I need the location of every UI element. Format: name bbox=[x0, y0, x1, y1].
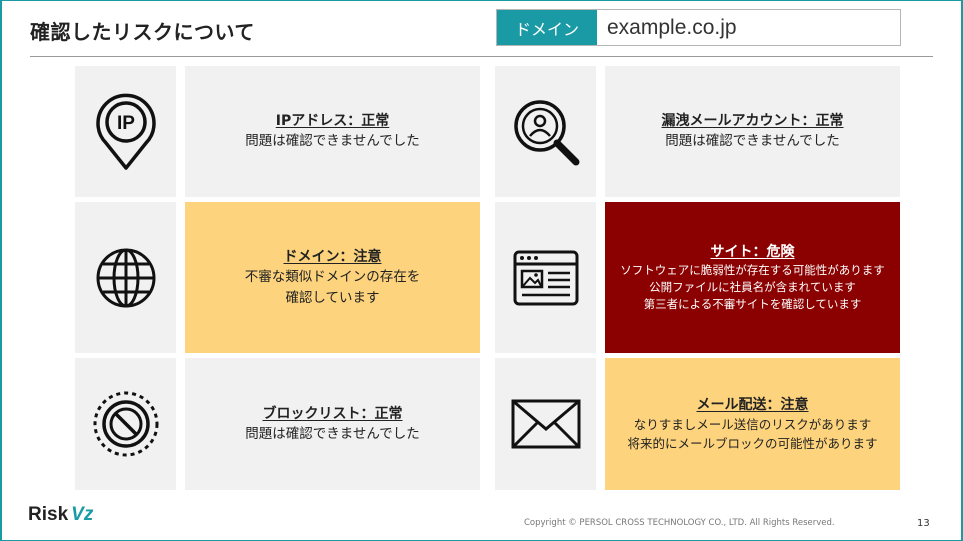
domain-display: ドメイン example.co.jp bbox=[496, 9, 901, 46]
globe-icon bbox=[96, 248, 155, 307]
ip-status-desc: 問題は確認できませんでした bbox=[245, 133, 420, 149]
blocklist-status-cell: ブロックリスト：正常 問題は確認できませんでした bbox=[185, 358, 480, 490]
site-status-desc-1: ソフトウェアに脆弱性が存在する可能性があります bbox=[620, 263, 885, 277]
mail-status-cell: メール配送：注意 なりすましメール送信のリスクがあります 将来的にメールブロック… bbox=[605, 358, 900, 490]
mail-icon-cell bbox=[495, 358, 596, 490]
svg-text:IP: IP bbox=[117, 113, 135, 134]
domain-status-title: ドメイン：注意 bbox=[283, 248, 382, 265]
leak-status-desc: 問題は確認できませんでした bbox=[665, 133, 840, 149]
page-title: 確認したリスクについて bbox=[30, 20, 255, 44]
ip-pin-icon: IP bbox=[95, 93, 156, 170]
envelope-icon bbox=[511, 399, 580, 449]
leak-status-title: 漏洩メールアカウント：正常 bbox=[661, 113, 844, 129]
blocklist-icon-cell bbox=[75, 358, 176, 490]
blocklist-status-desc: 問題は確認できませんでした bbox=[245, 425, 420, 442]
ip-status-title: IPアドレス：正常 bbox=[275, 113, 390, 129]
domain-status-desc-1: 不審な類似ドメインの存在を bbox=[244, 268, 421, 285]
page-number: 13 bbox=[917, 518, 930, 529]
logo-main-text: Risk bbox=[28, 504, 69, 525]
frame-left-border bbox=[0, 0, 2, 541]
domain-status-desc-2: 確認しています bbox=[285, 289, 380, 306]
ip-icon-cell: IP bbox=[75, 66, 176, 197]
mail-status-desc-1: なりすましメール送信のリスクがあります bbox=[633, 417, 872, 432]
blocklist-status-title: ブロックリスト：正常 bbox=[262, 405, 403, 422]
ip-status-cell: IPアドレス：正常 問題は確認できませんでした bbox=[185, 66, 480, 197]
mail-status-desc-2: 将来的にメールブロックの可能性があります bbox=[627, 436, 878, 451]
site-icon-cell bbox=[495, 202, 596, 353]
domain-status-cell: ドメイン：注意 不審な類似ドメインの存在を 確認しています bbox=[185, 202, 480, 353]
site-status-desc-3: 第三者による不審サイトを確認しています bbox=[643, 297, 862, 311]
site-status-desc-2: 公開ファイルに社員名が含まれています bbox=[649, 280, 856, 294]
browser-window-icon bbox=[513, 250, 578, 305]
leak-icon-cell bbox=[495, 66, 596, 197]
blocked-circle-icon bbox=[93, 391, 158, 457]
logo-sub-text: Vz bbox=[71, 504, 94, 525]
site-status-cell: サイト：危険 ソフトウェアに脆弱性が存在する可能性があります 公開ファイルに社員… bbox=[605, 202, 900, 353]
magnifier-user-icon bbox=[513, 99, 579, 165]
leak-status-cell: 漏洩メールアカウント：正常 問題は確認できませんでした bbox=[605, 66, 900, 197]
site-status-title: サイト：危険 bbox=[710, 244, 795, 260]
domain-label: ドメイン bbox=[497, 10, 597, 45]
domain-icon-cell bbox=[75, 202, 176, 353]
riskvz-logo: Risk Vz bbox=[28, 504, 93, 526]
mail-status-title: メール配送：注意 bbox=[696, 397, 809, 413]
copyright-text: Copyright © PERSOL CROSS TECHNOLOGY CO.,… bbox=[524, 518, 835, 528]
domain-value: example.co.jp bbox=[607, 15, 737, 39]
frame-top-border bbox=[0, 0, 963, 1]
title-divider bbox=[30, 56, 933, 57]
